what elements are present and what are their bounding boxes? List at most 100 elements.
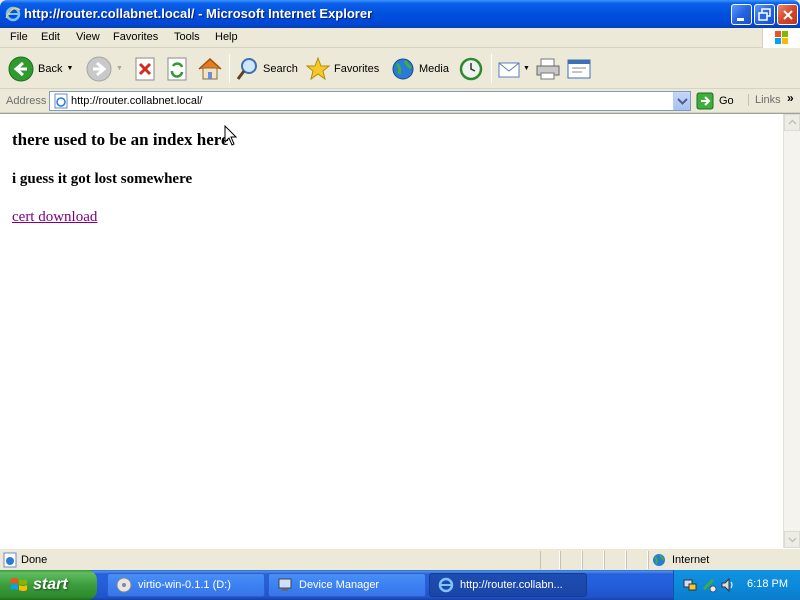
standard-toolbar: Back ▼ ▼ Search Favorites Media ▼ [0, 48, 800, 89]
toolbar-separator [229, 54, 230, 83]
close-icon [783, 10, 793, 20]
mail-button[interactable]: ▼ [497, 52, 530, 85]
tray-safely-remove-icon[interactable] [701, 577, 717, 593]
page-viewport: there used to be an index here i guess i… [0, 113, 800, 548]
back-button[interactable]: Back ▼ [8, 52, 73, 85]
refresh-icon [167, 57, 187, 80]
stop-button[interactable] [134, 52, 158, 85]
favorites-star-icon [306, 56, 330, 80]
vertical-scrollbar[interactable] [783, 114, 800, 548]
mail-dropdown-icon[interactable]: ▼ [523, 65, 530, 72]
close-button[interactable] [777, 4, 798, 25]
menu-favorites[interactable]: Favorites [113, 31, 158, 43]
search-icon [236, 57, 257, 80]
search-label: Search [263, 62, 298, 75]
go-label: Go [719, 95, 734, 107]
menu-help[interactable]: Help [215, 31, 238, 43]
go-arrow-icon [696, 92, 714, 110]
taskbar-label: http://router.collabn... [460, 579, 563, 591]
status-pane [560, 551, 582, 569]
status-bar: Done Internet [0, 548, 800, 570]
print-button[interactable] [535, 52, 561, 85]
mouse-cursor-icon [224, 125, 238, 146]
back-arrow-icon [8, 56, 34, 81]
status-pane [540, 551, 560, 569]
system-tray: 6:18 PM [673, 570, 800, 600]
address-input[interactable]: http://router.collabnet.local/ [49, 91, 691, 111]
taskbar-item-virtio[interactable]: virtio-win-0.1.1 (D:) [107, 573, 265, 597]
tray-volume-icon[interactable] [720, 577, 736, 593]
edit-page-icon [567, 59, 591, 78]
forward-button[interactable]: ▼ [86, 52, 123, 85]
links-chevron-icon[interactable]: » [787, 91, 794, 105]
page-status-icon [3, 552, 17, 568]
taskbar-label: Device Manager [299, 579, 380, 591]
mail-icon [498, 62, 520, 77]
forward-dropdown-icon[interactable]: ▼ [116, 65, 123, 72]
back-label: Back [38, 62, 63, 75]
stop-icon [135, 57, 155, 80]
cert-download-link[interactable]: cert download [12, 209, 97, 226]
device-manager-icon [278, 578, 292, 591]
refresh-button[interactable] [166, 52, 190, 85]
security-zone: Internet [648, 551, 783, 569]
taskbar: start virtio-win-0.1.1 (D:) Device Manag… [0, 570, 800, 600]
status-text: Done [21, 554, 48, 566]
home-button[interactable] [197, 52, 223, 85]
taskbar-item-device-manager[interactable]: Device Manager [268, 573, 426, 597]
cd-drive-icon [116, 577, 132, 593]
page-icon [54, 93, 68, 109]
home-icon [198, 57, 222, 79]
chevron-down-icon [677, 98, 688, 105]
address-dropdown-button[interactable] [673, 92, 690, 110]
forward-arrow-icon [86, 56, 112, 81]
window-title: http://router.collabnet.local/ - Microso… [24, 6, 373, 21]
start-button[interactable]: start [0, 570, 97, 600]
minimize-button[interactable] [731, 4, 752, 25]
page-subheading: i guess it got lost somewhere [12, 171, 193, 187]
address-label: Address [6, 95, 47, 107]
menu-bar: File Edit View Favorites Tools Help [0, 28, 800, 48]
zone-label: Internet [672, 554, 710, 566]
go-button[interactable]: Go [696, 92, 734, 110]
scroll-up-icon [788, 119, 797, 125]
title-bar[interactable]: http://router.collabnet.local/ - Microso… [0, 0, 800, 28]
media-label: Media [419, 62, 449, 75]
taskbar-label: virtio-win-0.1.1 (D:) [138, 579, 231, 591]
scroll-down-button[interactable] [784, 531, 800, 548]
history-clock-icon [459, 57, 483, 80]
address-bar: Address http://router.collabnet.local/ G… [0, 89, 800, 113]
back-dropdown-icon[interactable]: ▼ [66, 65, 73, 72]
toolbar-separator [491, 54, 492, 83]
favorites-label: Favorites [334, 62, 380, 75]
edit-button[interactable] [566, 52, 592, 85]
menu-tools[interactable]: Tools [174, 31, 200, 43]
restore-button[interactable] [754, 4, 775, 25]
history-button[interactable] [458, 52, 484, 85]
favorites-button[interactable]: Favorites [306, 52, 379, 85]
media-globe-icon [392, 58, 414, 79]
search-button[interactable]: Search [235, 52, 298, 85]
clock: 6:18 PM [747, 578, 788, 590]
address-url: http://router.collabnet.local/ [71, 95, 203, 107]
status-pane [604, 551, 626, 569]
scroll-down-icon [788, 537, 797, 543]
start-label: start [33, 576, 68, 593]
taskbar-item-ie[interactable]: http://router.collabn... [429, 573, 587, 597]
menu-view[interactable]: View [76, 31, 100, 43]
ie-icon [5, 6, 21, 22]
scroll-up-button[interactable] [784, 114, 800, 131]
printer-icon [536, 58, 560, 79]
minimize-icon [737, 18, 744, 21]
links-label[interactable]: Links [748, 94, 781, 106]
windows-flag-icon [11, 578, 27, 591]
menu-edit[interactable]: Edit [41, 31, 60, 43]
tray-network-icon[interactable] [682, 577, 698, 593]
status-pane [582, 551, 604, 569]
windows-logo-icon [762, 28, 800, 48]
status-pane [626, 551, 648, 569]
page-heading: there used to be an index here [12, 130, 229, 149]
media-button[interactable]: Media [391, 52, 449, 85]
internet-globe-icon [653, 554, 665, 566]
menu-file[interactable]: File [10, 31, 28, 43]
